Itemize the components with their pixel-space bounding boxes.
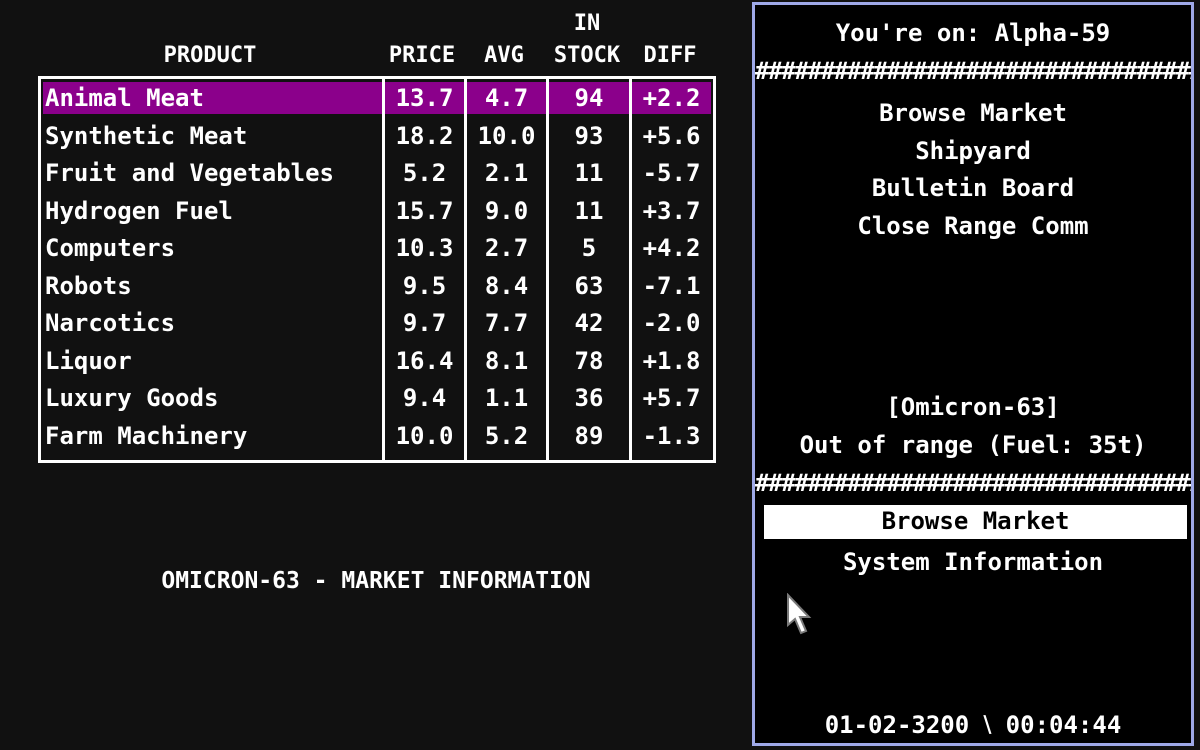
product-name: Fruit and Vegetables <box>45 159 334 187</box>
product-name: Synthetic Meat <box>45 121 248 150</box>
price-value: 9.4 <box>402 384 447 412</box>
diff-value: +4.2 <box>642 234 701 262</box>
table-row[interactable]: Hydrogen Fuel 15.7 9.0 11 +3.7 <box>41 192 713 230</box>
stock-value: 89 <box>574 421 604 450</box>
table-row[interactable]: Animal Meat 13.7 4.7 94 +2.2 <box>41 79 713 117</box>
avg-value: 8.4 <box>484 271 529 300</box>
header-diff: DIFF <box>643 43 697 68</box>
table-row[interactable]: Farm Machinery 10.0 5.2 89 -1.3 <box>41 417 713 455</box>
header-product: PRODUCT <box>163 43 257 68</box>
market-title: OMICRON-63 - MARKET INFORMATION <box>161 568 591 594</box>
table-row[interactable]: Narcotics 9.7 7.7 42 -2.0 <box>41 304 713 342</box>
stock-value: 5 <box>581 234 597 262</box>
stock-value: 93 <box>574 121 604 150</box>
table-row[interactable]: Liquor 16.4 8.1 78 +1.8 <box>41 342 713 380</box>
diff-value: +5.7 <box>642 384 701 412</box>
stock-value: 11 <box>574 159 604 187</box>
price-value: 18.2 <box>395 121 454 150</box>
avg-value: 10.0 <box>477 121 536 150</box>
divider: ######################################## <box>755 469 1191 497</box>
price-value: 9.5 <box>402 271 447 300</box>
range-status: Out of range (Fuel: 35t) <box>799 431 1147 459</box>
product-name: Liquor <box>45 346 132 375</box>
product-name: Computers <box>45 234 176 262</box>
product-name: Luxury Goods <box>45 384 219 412</box>
stock-value: 11 <box>574 196 604 225</box>
target-system: [Omicron-63] <box>886 393 1060 421</box>
date-time: 01-02-3200 ⧵ 00:04:44 <box>824 711 1122 739</box>
price-value: 16.4 <box>395 346 454 375</box>
divider: ######################################## <box>755 57 1191 85</box>
market-table: Animal Meat 13.7 4.7 94 +2.2 Synthetic Meat 18… <box>38 76 716 463</box>
price-value: 10.0 <box>395 421 454 450</box>
header-in-stock: IN STOCK <box>553 11 621 68</box>
avg-value: 7.7 <box>484 309 529 337</box>
diff-value: -2.0 <box>642 309 701 337</box>
stock-value: 42 <box>574 309 604 337</box>
price-value: 13.7 <box>385 82 464 114</box>
stock-value: 63 <box>574 271 604 300</box>
table-row[interactable]: Luxury Goods 9.4 1.1 36 +5.7 <box>41 379 713 417</box>
avg-value: 1.1 <box>484 384 529 412</box>
price-value: 5.2 <box>402 159 447 187</box>
diff-value: +3.7 <box>642 196 701 225</box>
stock-value: 78 <box>574 346 604 375</box>
remote-menu-browse-market[interactable]: Browse Market <box>764 505 1187 539</box>
price-value: 15.7 <box>395 196 454 225</box>
mouse-cursor-icon <box>787 593 812 635</box>
stock-value: 36 <box>574 384 604 412</box>
header-price: PRICE <box>388 43 456 68</box>
diff-value: -7.1 <box>642 271 701 300</box>
menu-bulletin-board[interactable]: Bulletin Board <box>755 172 1191 204</box>
diff-value: -5.7 <box>642 159 701 187</box>
avg-value: 5.2 <box>484 421 529 450</box>
diff-value: +2.2 <box>632 82 711 114</box>
menu-browse-market[interactable]: Browse Market <box>755 97 1191 129</box>
market-screen: PRODUCT PRICE AVG IN STOCK DIFF Animal M… <box>0 0 752 750</box>
product-name: Robots <box>45 271 132 300</box>
table-row[interactable]: Fruit and Vegetables 5.2 2.1 11 -5.7 <box>41 154 713 192</box>
table-row[interactable]: Synthetic Meat 18.2 10.0 93 +5.6 <box>41 117 713 155</box>
table-row[interactable]: Robots 9.5 8.4 63 -7.1 <box>41 267 713 305</box>
product-name: Narcotics <box>45 309 176 337</box>
table-row[interactable]: Computers 10.3 2.7 5 +4.2 <box>41 229 713 267</box>
menu-close-range-comm[interactable]: Close Range Comm <box>755 210 1191 242</box>
product-name: Animal Meat <box>43 82 382 114</box>
menu-shipyard[interactable]: Shipyard <box>755 135 1191 167</box>
side-panel: You're on: Alpha-59 ####################… <box>752 2 1194 746</box>
avg-value: 9.0 <box>484 196 529 225</box>
header-avg: AVG <box>484 43 524 68</box>
avg-value: 4.7 <box>467 82 546 114</box>
avg-value: 8.1 <box>484 346 529 375</box>
current-location: You're on: Alpha-59 <box>835 19 1111 47</box>
product-name: Hydrogen Fuel <box>45 196 233 225</box>
diff-value: +1.8 <box>642 346 701 375</box>
remote-menu-system-information[interactable]: System Information <box>755 546 1191 578</box>
product-name: Farm Machinery <box>45 421 248 450</box>
diff-value: -1.3 <box>642 421 701 450</box>
price-value: 10.3 <box>395 234 454 262</box>
diff-value: +5.6 <box>642 121 701 150</box>
price-value: 9.7 <box>402 309 447 337</box>
stock-value: 94 <box>549 82 629 114</box>
avg-value: 2.1 <box>484 159 529 187</box>
avg-value: 2.7 <box>484 234 529 262</box>
